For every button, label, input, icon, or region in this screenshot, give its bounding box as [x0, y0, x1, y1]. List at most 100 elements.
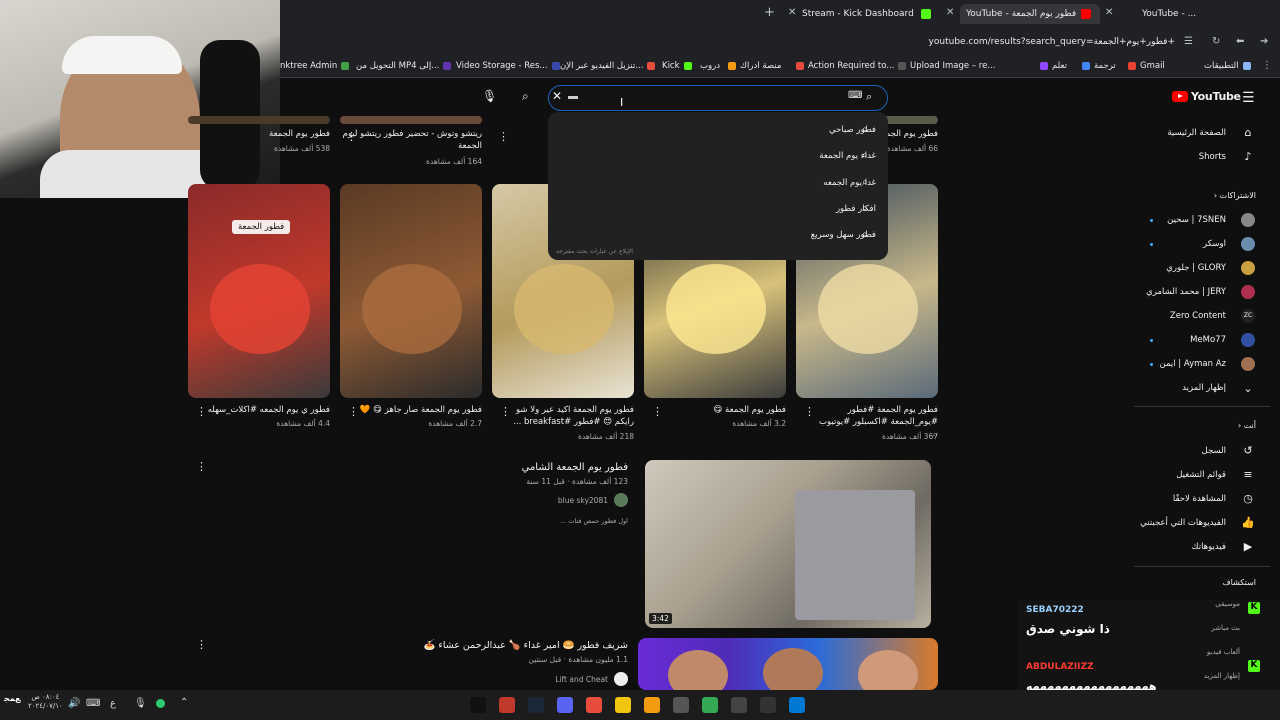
bookmark-item[interactable]: Kick — [662, 61, 692, 71]
short-title[interactable]: فطور ي يوم الجمعه #اكلات_سهله — [205, 404, 330, 416]
you-header[interactable]: أنت ‹ — [1238, 421, 1256, 430]
sidebar-item-home[interactable]: الصفحة الرئيسية — [1167, 128, 1226, 138]
sidebar-item-show-more[interactable]: إظهار المزيد — [1204, 672, 1240, 680]
more-options-icon[interactable]: ⋮ — [196, 460, 207, 473]
tiktok-icon[interactable] — [470, 697, 486, 713]
sidebar-item-watch-later[interactable]: المشاهدة لاحقًا — [1173, 494, 1226, 504]
video-thumbnail[interactable]: 3:42 — [645, 460, 931, 628]
short-thumbnail[interactable] — [340, 184, 482, 398]
subscriptions-header[interactable]: الاشتراكات ‹ — [1214, 191, 1256, 200]
app-icon[interactable] — [499, 697, 515, 713]
status-tray-icon[interactable] — [156, 699, 165, 708]
more-options-icon[interactable]: ⋮ — [196, 405, 207, 418]
search-taskbar-icon[interactable] — [760, 697, 776, 713]
bookmark-item[interactable]: التطبيقات — [1204, 61, 1251, 71]
tab-close-icon[interactable]: ✕ — [788, 7, 796, 18]
bookmark-item[interactable]: Upload Image – re... — [898, 61, 995, 71]
bookmarks-overflow-icon[interactable]: ⋮ — [1262, 60, 1272, 71]
bookmark-item[interactable]: Gmail — [1128, 61, 1165, 71]
search-icon[interactable]: ⌕ — [866, 90, 872, 104]
video-thumbnail[interactable] — [340, 116, 482, 124]
bookmark-item[interactable]: تعلم — [1040, 61, 1067, 71]
sidebar-item-your-videos[interactable]: فيديوهاتك — [1192, 542, 1226, 552]
keyboard-icon[interactable]: ⌨ — [848, 90, 862, 101]
sidebar-item-subscription[interactable]: Zero Content — [1170, 311, 1226, 321]
microphone-icon[interactable]: 🎙 — [482, 89, 497, 103]
bookmark-item[interactable]: Video Storage - Res... — [456, 61, 560, 71]
more-options-icon[interactable]: ⋮ — [804, 405, 815, 418]
tab-kick-dashboard[interactable]: Stream - Kick Dashboard — [802, 4, 917, 24]
taskbar-clock[interactable]: ٠٨:٠٤ ص ٢٠٢٤/٠٧/١٠ — [28, 693, 63, 711]
video-thumbnail[interactable] — [638, 638, 938, 690]
app-icon[interactable] — [586, 697, 602, 713]
bookmark-item[interactable]: Action Required to... — [796, 61, 894, 71]
more-options-icon[interactable]: ⋮ — [346, 130, 357, 143]
sidebar-item-music[interactable]: موسيقى — [1215, 600, 1240, 608]
steam-icon[interactable] — [528, 697, 544, 713]
short-title[interactable]: فطور يوم الجمعة صار جاهز 😋 🧡 — [357, 404, 482, 416]
sidebar-item-subscription[interactable]: GLORY | جلوري — [1166, 263, 1226, 273]
video-title[interactable]: فطور يوم الجمعة — [190, 128, 330, 140]
channel-avatar[interactable] — [614, 493, 628, 507]
obs-icon[interactable] — [673, 697, 689, 713]
site-settings-icon[interactable]: ☰ — [1184, 36, 1193, 47]
suggestion-item[interactable]: فطور صباحي — [829, 125, 876, 135]
tab-close-icon[interactable]: ✕ — [946, 7, 954, 18]
video-thumbnail[interactable] — [188, 116, 330, 124]
calendar-icon[interactable] — [644, 697, 660, 713]
sidebar-item-subscription[interactable]: JERY | محمد الشامري — [1146, 287, 1226, 297]
network-icon[interactable]: ⌨ — [86, 698, 100, 709]
bookmark-item[interactable]: التحويل من MP4 إلى... — [356, 61, 452, 71]
video-title[interactable]: ريتشو وتوش - تحضير فطور ريتشو ليوم الجمع… — [342, 128, 482, 152]
suggestion-item[interactable]: فطور سهل وسريع — [811, 230, 876, 240]
windows-start-icon[interactable] — [789, 697, 805, 713]
sidebar-item-shorts[interactable]: Shorts — [1199, 152, 1226, 162]
sidebar-item-history[interactable]: السجل — [1202, 446, 1226, 456]
sidebar-item-subscription[interactable]: MeMo77 — [1190, 335, 1226, 345]
url-text[interactable]: youtube.com/results?search_query=فطور+يو… — [929, 37, 1175, 47]
forward-arrow-icon[interactable]: ⬅ — [1236, 36, 1244, 47]
discord-icon[interactable] — [557, 697, 573, 713]
more-options-icon[interactable]: ⋮ — [498, 130, 509, 143]
suggestion-item[interactable]: افكار فطور — [836, 204, 876, 214]
suggestion-item[interactable]: غداء يوم الجمعة — [819, 151, 876, 161]
video-title[interactable]: شريف فطور 🥯 امير غداء 🍗 عبدالرحمن عشاء 🍝 — [424, 640, 628, 652]
tab-close-icon[interactable]: ✕ — [1105, 7, 1113, 18]
sidebar-item-subscription[interactable]: اوسكر — [1203, 239, 1226, 249]
short-title[interactable]: فطور يوم الجمعة 😋 — [661, 404, 786, 416]
search-button-icon[interactable]: ⌕ — [522, 89, 529, 104]
channel-name[interactable]: Lift and Cheat — [555, 675, 608, 684]
sidebar-item-live[interactable]: بث مباشر — [1211, 624, 1240, 632]
chrome-icon[interactable] — [702, 697, 718, 713]
microphone-tray-icon[interactable]: 🎙 — [134, 698, 147, 709]
sidebar-item-playlists[interactable]: قوائم التشغيل — [1176, 470, 1226, 480]
reload-icon[interactable]: ↻ — [1212, 36, 1220, 47]
sidebar-item-liked[interactable]: الفيديوهات التي أعجبتني — [1140, 518, 1226, 528]
video-title[interactable]: فطور يوم الجمعة الشامي — [522, 462, 628, 474]
bookmark-item[interactable]: دروب — [700, 61, 720, 71]
sidebar-show-more[interactable]: إظهار المزيد — [1182, 383, 1226, 393]
search-input[interactable] — [548, 85, 888, 111]
more-options-icon[interactable]: ⋮ — [196, 638, 207, 651]
sidebar-item-subscription[interactable]: 7SNEN | سحين — [1167, 215, 1226, 225]
app-icon[interactable] — [731, 697, 747, 713]
volume-icon[interactable]: 🔊 — [68, 698, 80, 709]
tab-youtube-2[interactable]: YouTube - ... — [1142, 4, 1280, 24]
menu-icon[interactable]: ☰ — [1242, 90, 1255, 106]
youtube-logo[interactable]: YouTube — [1172, 90, 1241, 103]
more-options-icon[interactable]: ⋮ — [348, 405, 359, 418]
clear-search-icon[interactable]: ✕ — [552, 89, 562, 103]
sidebar-item-subscription[interactable]: Ayman Az | ايمن — [1159, 359, 1226, 369]
channel-avatar[interactable] — [614, 672, 628, 686]
bookmark-item[interactable]: منصة ادراك — [728, 61, 781, 71]
short-title[interactable]: فطور يوم الجمعة اكيد عير ولا شو رايكم 😍 … — [509, 404, 634, 428]
tray-overflow-icon[interactable]: ⌃ — [180, 697, 188, 708]
file-explorer-icon[interactable] — [615, 697, 631, 713]
new-tab-icon[interactable]: + — [764, 5, 775, 20]
short-thumbnail[interactable] — [188, 184, 330, 398]
bookmark-item[interactable]: ترجمة — [1082, 61, 1116, 71]
suggestion-item[interactable]: غدا يوم الجمعه — [823, 178, 876, 188]
more-options-icon[interactable]: ⋮ — [652, 405, 663, 418]
channel-name[interactable]: blue sky2081 — [558, 496, 608, 505]
more-options-icon[interactable]: ⋮ — [500, 405, 511, 418]
